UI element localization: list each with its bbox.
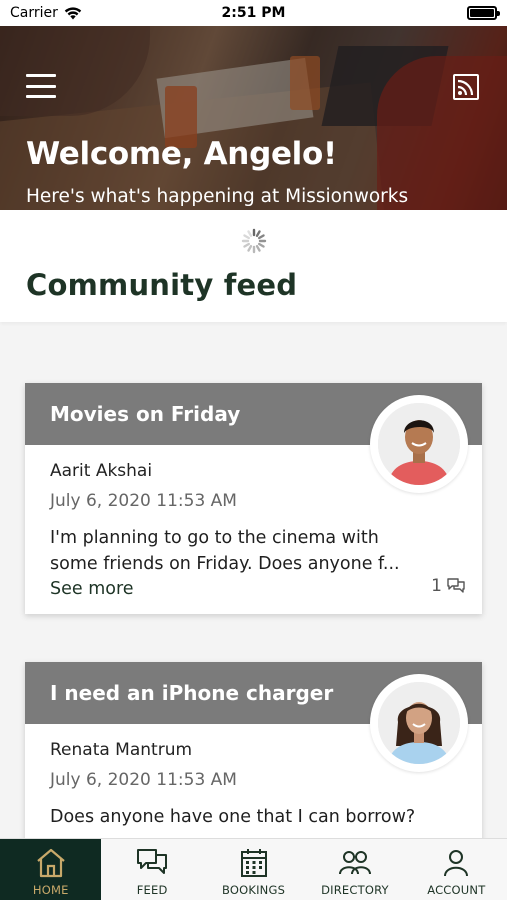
calendar-icon	[240, 849, 267, 877]
tab-label: BOOKINGS	[221, 883, 286, 897]
carrier-label: Carrier	[10, 5, 58, 21]
tab-bookings[interactable]: BOOKINGS	[203, 839, 304, 900]
comments-count[interactable]: 1	[431, 576, 466, 596]
see-more-link[interactable]: See more	[50, 577, 457, 601]
loading-spinner-icon	[241, 228, 267, 254]
avatar-photo	[378, 682, 460, 764]
post-text: Does anyone have one that I can borrow?	[50, 807, 416, 827]
status-bar: Carrier 2:51 PM	[0, 0, 507, 26]
post-date: July 6, 2020 11:53 AM	[50, 770, 237, 790]
welcome-subtitle: Here's what's happening at Missionworks	[26, 186, 409, 207]
tab-label: DIRECTORY	[321, 883, 389, 897]
tab-home[interactable]: HOME	[0, 839, 102, 900]
tab-account[interactable]: ACCOUNT	[406, 839, 507, 900]
person-icon	[444, 850, 469, 877]
person-photo-icon	[378, 403, 460, 485]
feed-post-card[interactable]: I need an iPhone charger Renata Mantrum …	[25, 662, 482, 862]
post-text: I'm planning to go to the cinema with so…	[50, 528, 400, 574]
bottom-tab-bar: HOME FEED BOOKINGS DIRECTORY ACCOUNT	[0, 838, 507, 900]
author-avatar[interactable]	[370, 395, 468, 493]
hamburger-icon	[26, 74, 56, 77]
tab-label: HOME	[32, 883, 69, 897]
person-photo-icon	[378, 682, 460, 764]
wifi-icon	[64, 6, 82, 19]
comments-number: 1	[431, 576, 442, 596]
feed-post-card[interactable]: Movies on Friday Aarit Akshai July 6, 20…	[25, 383, 482, 614]
post-date: July 6, 2020 11:53 AM	[50, 491, 237, 511]
community-feed-title: Community feed	[26, 268, 298, 302]
author-avatar[interactable]	[370, 674, 468, 772]
battery-icon	[467, 6, 500, 20]
home-icon	[36, 848, 65, 878]
people-icon	[338, 851, 371, 875]
rss-icon	[457, 79, 474, 96]
welcome-title: Welcome, Angelo!	[26, 136, 337, 172]
tab-label: ACCOUNT	[427, 883, 486, 897]
comments-icon	[447, 578, 465, 593]
feed-header: Community feed	[0, 210, 507, 322]
chat-bubbles-icon	[137, 849, 168, 874]
rss-feed-button[interactable]	[453, 74, 479, 100]
hero-banner: Welcome, Angelo! Here's what's happening…	[0, 26, 507, 210]
status-left: Carrier	[10, 5, 82, 21]
tab-feed[interactable]: FEED	[101, 839, 202, 900]
avatar-photo	[378, 403, 460, 485]
tab-label: FEED	[136, 883, 168, 897]
menu-button[interactable]	[26, 74, 56, 98]
tab-directory[interactable]: DIRECTORY	[304, 839, 405, 900]
